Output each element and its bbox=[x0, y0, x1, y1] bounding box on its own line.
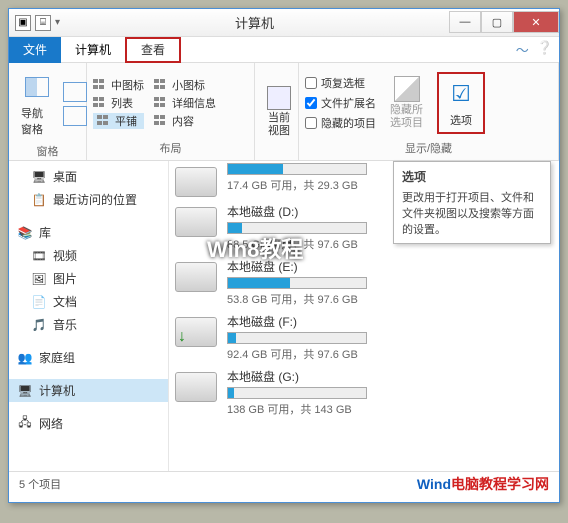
computer-icon: 🖥 bbox=[17, 383, 33, 399]
libraries-icon: 📚 bbox=[17, 225, 33, 241]
options-label: 选项 bbox=[450, 112, 472, 128]
sidebar-item-libraries[interactable]: 📚库 bbox=[9, 221, 168, 244]
hide-selected-button[interactable]: 隐藏所 选项目 bbox=[384, 72, 429, 132]
music-icon: 🎵 bbox=[31, 317, 47, 333]
current-view-label: 当前 视图 bbox=[268, 112, 290, 136]
drive-icon bbox=[175, 167, 217, 197]
drive-item[interactable]: 本地磁盘 (E:) 53.8 GB 可用，共 97.6 GB bbox=[175, 258, 553, 307]
watermark: Wind电脑教程学习网 bbox=[417, 474, 549, 494]
sidebar-item-homegroup[interactable]: 👥家庭组 bbox=[9, 346, 168, 369]
layout-details[interactable]: 详细信息 bbox=[154, 95, 216, 111]
properties-icon[interactable]: ⌸ bbox=[35, 15, 51, 31]
minimize-button[interactable]: — bbox=[449, 11, 481, 33]
tab-file[interactable]: 文件 bbox=[9, 37, 61, 63]
tooltip-title: 选项 bbox=[402, 168, 542, 185]
sidebar-item-computer[interactable]: 🖥计算机 bbox=[9, 379, 168, 402]
network-icon: 🖧 bbox=[17, 416, 33, 432]
explorer-window: ▣ ⌸ ▾ 计算机 — ▢ ✕ 文件 计算机 查看 〜 ❔ 导航窗格 bbox=[8, 8, 560, 503]
window-controls: — ▢ ✕ bbox=[449, 12, 559, 33]
sidebar-item-network[interactable]: 🖧网络 bbox=[9, 412, 168, 435]
drive-item[interactable]: 本地磁盘 (G:) 138 GB 可用，共 143 GB bbox=[175, 368, 553, 417]
videos-icon: 🎞 bbox=[31, 248, 47, 264]
desktop-icon: 🖥 bbox=[31, 169, 47, 185]
window-title: 计算机 bbox=[60, 13, 449, 32]
tooltip-body: 更改用于打开项目、文件和文件夹视图以及搜索等方面的设置。 bbox=[402, 189, 542, 237]
options-icon: ☑ bbox=[445, 78, 477, 110]
hide-selected-icon bbox=[394, 76, 420, 102]
sidebar-item-documents[interactable]: 📄文档 bbox=[9, 290, 168, 313]
check-hidden-items[interactable]: 隐藏的项目 bbox=[305, 115, 376, 131]
drive-item[interactable]: 本地磁盘 (F:) 92.4 GB 可用，共 97.6 GB bbox=[175, 313, 553, 362]
options-button[interactable]: ☑ 选项 bbox=[437, 72, 485, 134]
folder-icon: ▣ bbox=[15, 15, 31, 31]
drive-icon bbox=[175, 372, 217, 402]
sidebar-item-desktop[interactable]: 🖥桌面 bbox=[9, 165, 168, 188]
documents-icon: 📄 bbox=[31, 294, 47, 310]
options-tooltip: 选项 更改用于打开项目、文件和文件夹视图以及搜索等方面的设置。 bbox=[393, 161, 551, 244]
layout-medium-icons[interactable]: 中图标 bbox=[93, 77, 144, 93]
nav-pane-label: 导航窗格 bbox=[21, 105, 53, 137]
titlebar: ▣ ⌸ ▾ 计算机 — ▢ ✕ bbox=[9, 9, 559, 37]
ribbon: 导航窗格 窗格 中图标 小图标 列表 详细信息 平铺 内容 bbox=[9, 63, 559, 161]
check-file-extensions[interactable]: 文件扩展名 bbox=[305, 95, 376, 111]
preview-pane-icon[interactable] bbox=[63, 82, 87, 102]
current-view-button[interactable]: 当前 视图 bbox=[261, 82, 297, 140]
statusbar: 5 个项目 Wind电脑教程学习网 bbox=[9, 471, 559, 495]
group-layout-label: 布局 bbox=[93, 138, 248, 156]
qat: ▣ ⌸ ▾ bbox=[9, 15, 60, 31]
sidebar-item-recent[interactable]: 📋最近访问的位置 bbox=[9, 188, 168, 211]
drive-download-icon bbox=[175, 317, 217, 347]
nav-pane-icon bbox=[25, 77, 49, 97]
pictures-icon: 🖼 bbox=[31, 271, 47, 287]
drive-icon bbox=[175, 262, 217, 292]
close-button[interactable]: ✕ bbox=[513, 11, 559, 33]
nav-sidebar: 🖥桌面 📋最近访问的位置 📚库 🎞视频 🖼图片 📄文档 🎵音乐 👥家庭组 🖥计算… bbox=[9, 161, 169, 471]
layout-tiles[interactable]: 平铺 bbox=[93, 113, 144, 129]
layout-small-icons[interactable]: 小图标 bbox=[154, 77, 216, 93]
sidebar-item-videos[interactable]: 🎞视频 bbox=[9, 244, 168, 267]
maximize-button[interactable]: ▢ bbox=[481, 11, 513, 33]
ribbon-collapse-icon[interactable]: 〜 bbox=[516, 40, 529, 59]
layout-list[interactable]: 列表 bbox=[93, 95, 144, 111]
group-panes-label: 窗格 bbox=[15, 141, 80, 159]
help-icon[interactable]: ❔ bbox=[537, 40, 553, 59]
recent-icon: 📋 bbox=[31, 192, 47, 208]
check-item-checkboxes[interactable]: 项复选框 bbox=[305, 75, 376, 91]
homegroup-icon: 👥 bbox=[17, 350, 33, 366]
current-view-icon bbox=[267, 86, 291, 110]
details-pane-icon[interactable] bbox=[63, 106, 87, 126]
tab-computer[interactable]: 计算机 bbox=[61, 37, 125, 63]
status-item-count: 5 个项目 bbox=[19, 476, 61, 492]
tab-view[interactable]: 查看 bbox=[125, 37, 181, 63]
drive-icon bbox=[175, 207, 217, 237]
sidebar-item-music[interactable]: 🎵音乐 bbox=[9, 313, 168, 336]
ribbon-tabs: 文件 计算机 查看 〜 ❔ bbox=[9, 37, 559, 63]
group-showhide-label: 显示/隐藏 bbox=[305, 138, 552, 156]
sidebar-item-pictures[interactable]: 🖼图片 bbox=[9, 267, 168, 290]
layout-content[interactable]: 内容 bbox=[154, 113, 216, 129]
nav-pane-button[interactable]: 导航窗格 bbox=[15, 67, 59, 141]
